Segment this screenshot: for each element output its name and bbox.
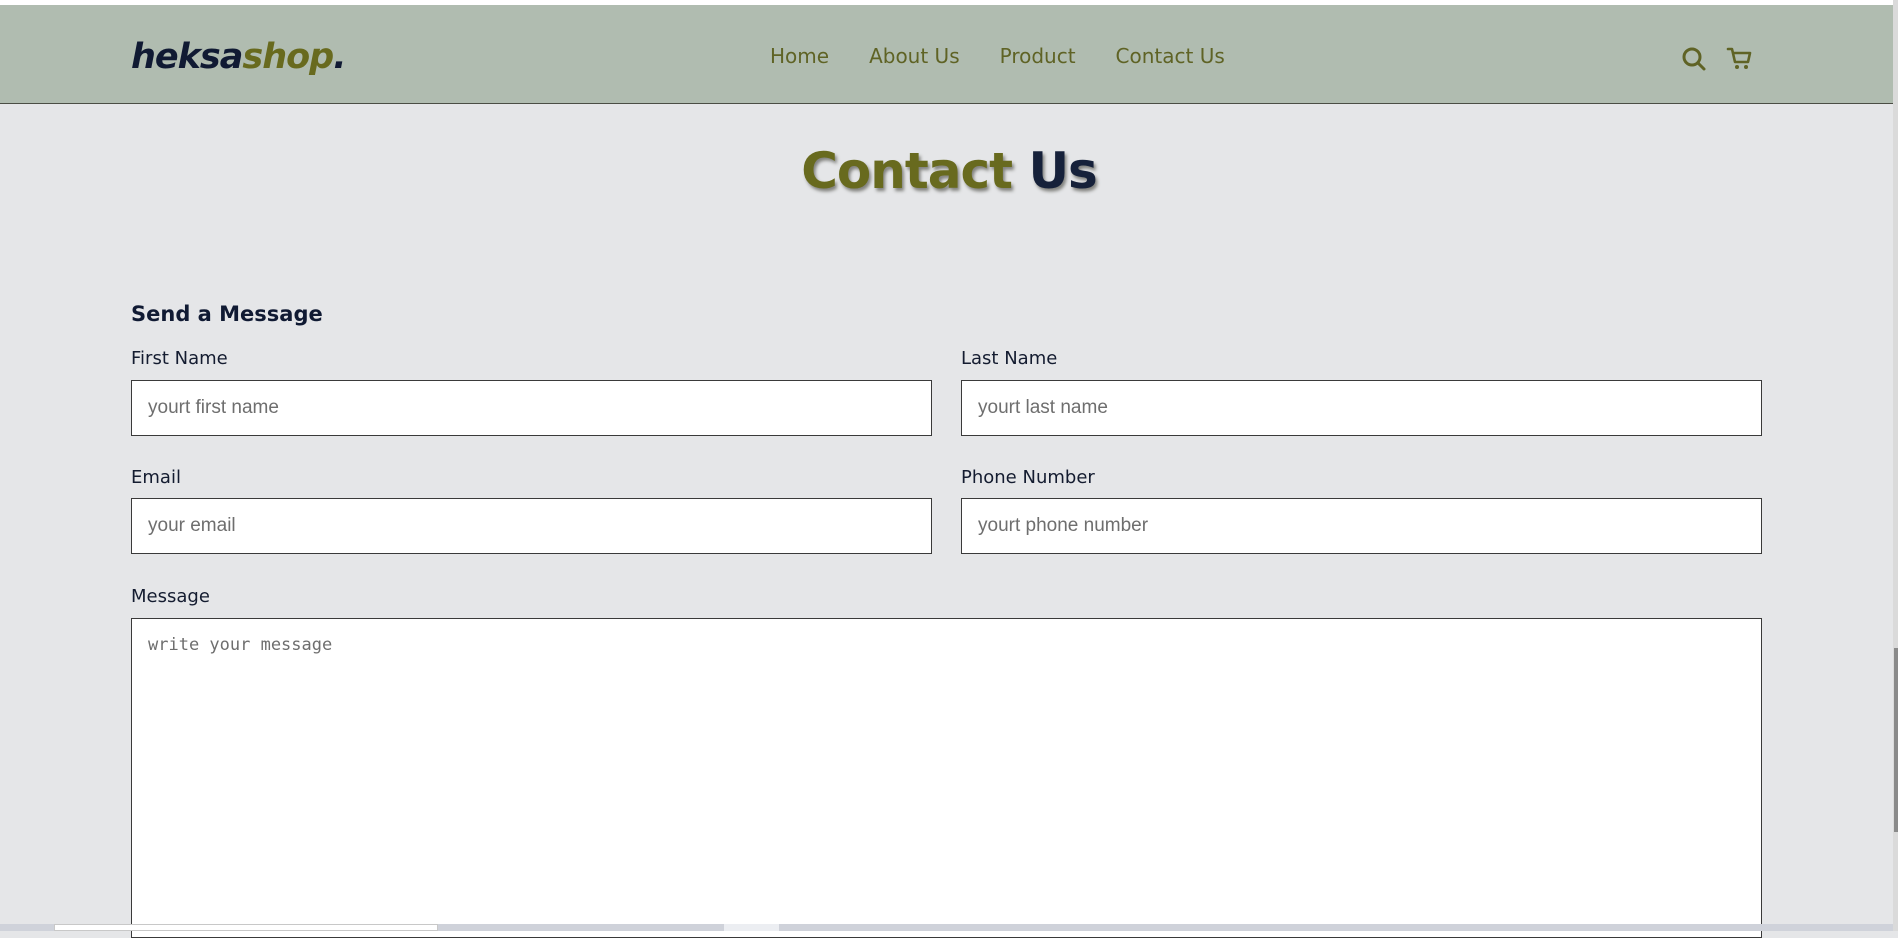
page-title: Contact Us xyxy=(0,136,1898,206)
main-nav: Home About Us Product Contact Us xyxy=(770,41,1265,71)
navbar: heksashop. Home About Us Product Contact… xyxy=(0,5,1893,104)
email-input[interactable] xyxy=(131,498,932,554)
nav-product[interactable]: Product xyxy=(1000,41,1076,71)
section-title: Send a Message xyxy=(131,302,323,326)
logo-dot: . xyxy=(333,37,346,77)
phone-label: Phone Number xyxy=(961,467,1095,488)
first-name-label: First Name xyxy=(131,348,228,369)
page-title-contact: Contact xyxy=(801,142,1013,200)
nav-contact-us[interactable]: Contact Us xyxy=(1116,41,1225,71)
last-name-label: Last Name xyxy=(961,348,1058,369)
search-icon[interactable] xyxy=(1680,45,1708,73)
logo-part-heksa: heksa xyxy=(131,37,243,77)
page-title-us: Us xyxy=(1028,142,1097,200)
scrollbar-thumb[interactable] xyxy=(1894,648,1898,832)
phone-input[interactable] xyxy=(961,498,1762,554)
first-name-input[interactable] xyxy=(131,380,932,436)
bottom-bar-segment xyxy=(724,924,779,931)
nav-about-us[interactable]: About Us xyxy=(869,41,960,71)
nav-home[interactable]: Home xyxy=(770,41,829,71)
message-label: Message xyxy=(131,586,210,607)
cart-icon[interactable] xyxy=(1726,45,1754,73)
email-label: Email xyxy=(131,467,181,488)
logo-part-shop: shop xyxy=(242,37,334,77)
last-name-input[interactable] xyxy=(961,380,1762,436)
message-textarea[interactable] xyxy=(131,618,1762,938)
site-logo[interactable]: heksashop. xyxy=(131,32,347,82)
bottom-bar-segment xyxy=(54,924,438,931)
